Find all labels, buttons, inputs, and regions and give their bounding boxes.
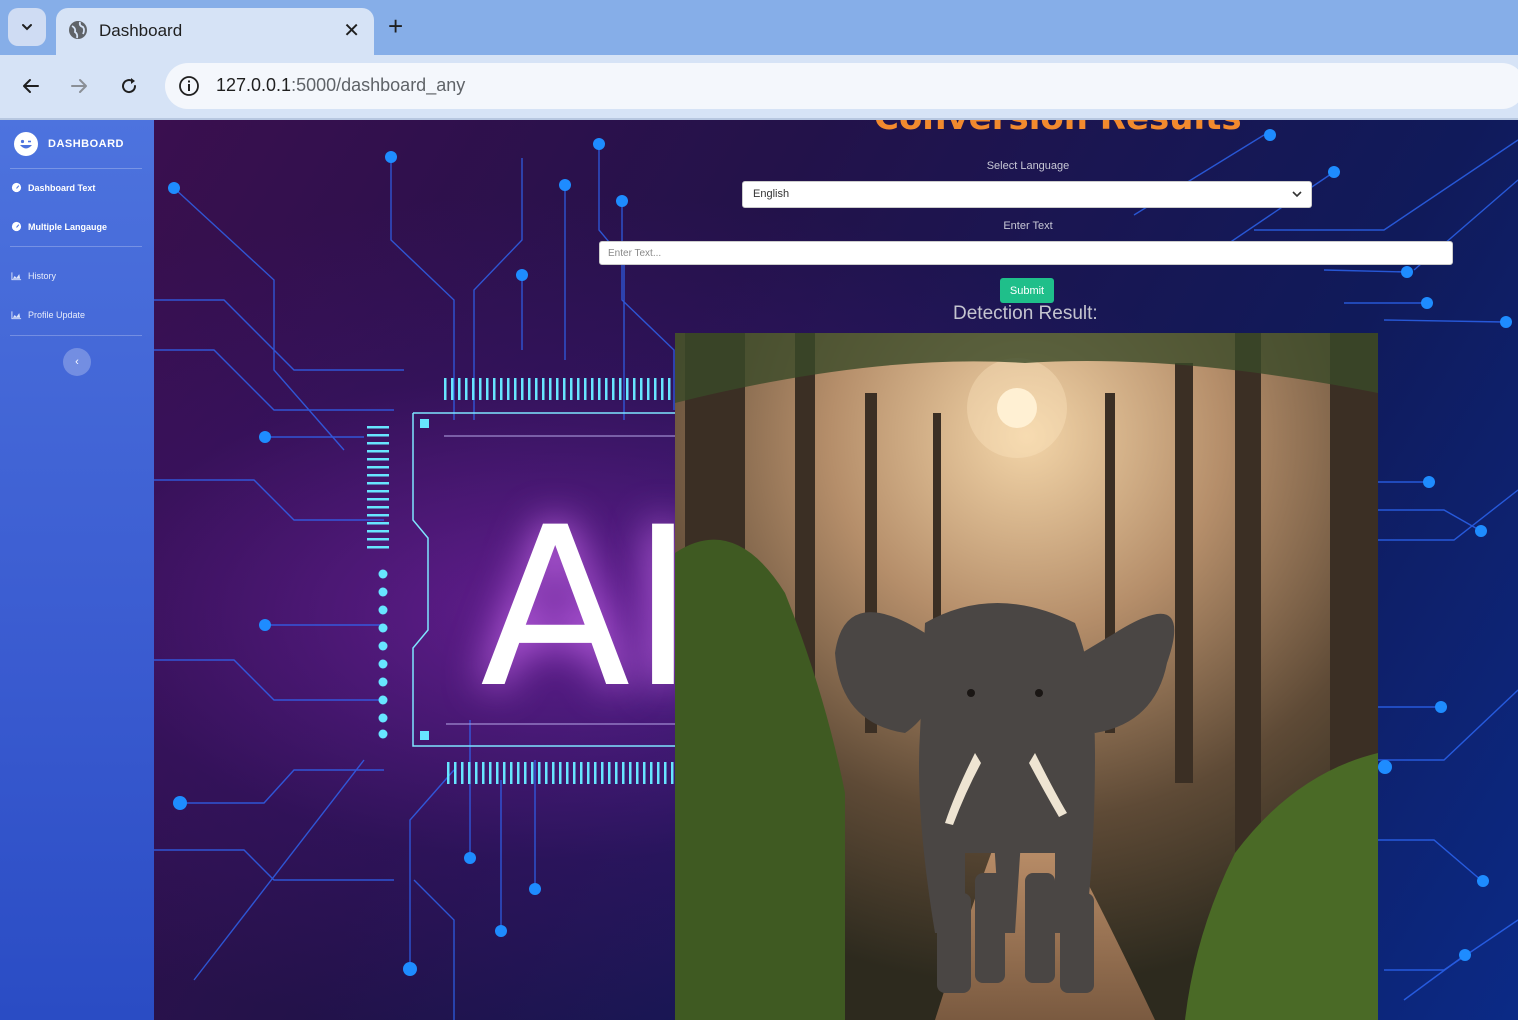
text-input[interactable] (599, 241, 1453, 265)
forward-button[interactable] (62, 69, 96, 103)
hero-ai-text: AI (480, 480, 696, 736)
sidebar-item-dashboard-text[interactable]: Dashboard Text (11, 182, 95, 193)
page-title: Conversion Results (874, 120, 1242, 138)
language-select-value: English (753, 188, 790, 200)
sidebar-item-label: Dashboard Text (28, 182, 96, 193)
detection-result-title: Detection Result: (953, 303, 1098, 324)
back-button[interactable] (14, 69, 48, 103)
url-text: 127.0.0.1:5000/dashboard_any (216, 75, 465, 96)
address-bar[interactable]: 127.0.0.1:5000/dashboard_any (165, 63, 1518, 109)
chevron-left-icon: ‹ (75, 356, 79, 368)
sidebar-brand[interactable]: DASHBOARD (14, 132, 124, 156)
sidebar-item-profile-update[interactable]: Profile Update (11, 310, 85, 320)
browser-tab-dashboard[interactable]: Dashboard ✕ (56, 8, 374, 55)
select-language-label: Select Language (986, 160, 1070, 172)
sidebar-item-history[interactable]: History (11, 271, 56, 281)
browser-toolbar: 127.0.0.1:5000/dashboard_any (0, 55, 1518, 120)
tab-search-button[interactable] (8, 8, 46, 46)
new-tab-button[interactable]: + (388, 10, 403, 42)
language-select[interactable]: English (742, 181, 1312, 208)
submit-button[interactable]: Submit (1000, 278, 1054, 303)
sidebar-item-label: Multiple Langauge (28, 221, 108, 232)
tab-title: Dashboard (99, 21, 183, 40)
info-icon[interactable] (177, 74, 201, 98)
tachometer-icon (11, 221, 22, 232)
sidebar-toggle-button[interactable]: ‹ (63, 348, 91, 376)
arrow-left-icon (23, 79, 39, 93)
url-host: 127.0.0.1 (216, 75, 292, 95)
chevron-down-icon (22, 24, 32, 31)
main-content: AI Conversion Results Select Language En… (154, 120, 1518, 1020)
brand-label: DASHBOARD (48, 138, 124, 150)
tachometer-icon (11, 182, 22, 193)
chart-area-icon (11, 272, 22, 281)
sidebar-divider (10, 168, 142, 169)
chevron-down-icon (1292, 191, 1302, 198)
chart-area-icon (11, 311, 22, 320)
enter-text-label: Enter Text (1003, 220, 1053, 232)
sidebar-divider (10, 335, 142, 336)
detection-result-image (675, 333, 1378, 1020)
laugh-wink-icon (14, 132, 38, 156)
sidebar: DASHBOARD Dashboard Text Multiple Langau… (0, 120, 154, 1020)
browser-tabstrip: Dashboard ✕ + (0, 0, 1518, 55)
arrow-right-icon (71, 79, 87, 93)
reload-button[interactable] (112, 69, 146, 103)
close-tab-icon[interactable]: ✕ (343, 18, 360, 43)
sidebar-divider (10, 246, 142, 247)
url-path: :5000/dashboard_any (291, 75, 466, 95)
sidebar-item-label: History (28, 271, 57, 281)
globe-icon (69, 21, 87, 39)
sidebar-item-multiple-language[interactable]: Multiple Langauge (11, 221, 107, 232)
sidebar-item-label: Profile Update (28, 310, 86, 320)
reload-icon (122, 78, 137, 94)
